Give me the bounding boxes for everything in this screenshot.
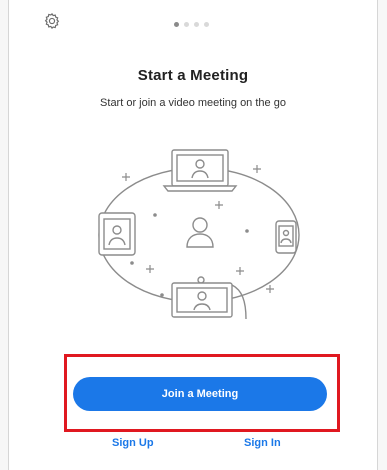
tablet-icon xyxy=(98,212,136,256)
join-meeting-button[interactable]: Join a Meeting xyxy=(73,377,327,411)
page-title: Start a Meeting xyxy=(137,67,249,84)
meeting-devices-illustration xyxy=(98,149,300,320)
sign-up-link[interactable]: Sign Up xyxy=(112,437,154,449)
page-subtitle: Start or join a video meeting on the go xyxy=(100,97,286,109)
page-dot xyxy=(204,22,209,27)
phone-icon xyxy=(275,220,297,254)
gear-icon[interactable] xyxy=(43,12,61,30)
user-icon xyxy=(186,217,214,248)
page-dot-active xyxy=(174,22,179,27)
laptop-icon xyxy=(162,149,238,192)
page-dot xyxy=(194,22,199,27)
page-indicator xyxy=(174,22,209,27)
page-dot xyxy=(184,22,189,27)
sign-in-link[interactable]: Sign In xyxy=(244,437,281,449)
